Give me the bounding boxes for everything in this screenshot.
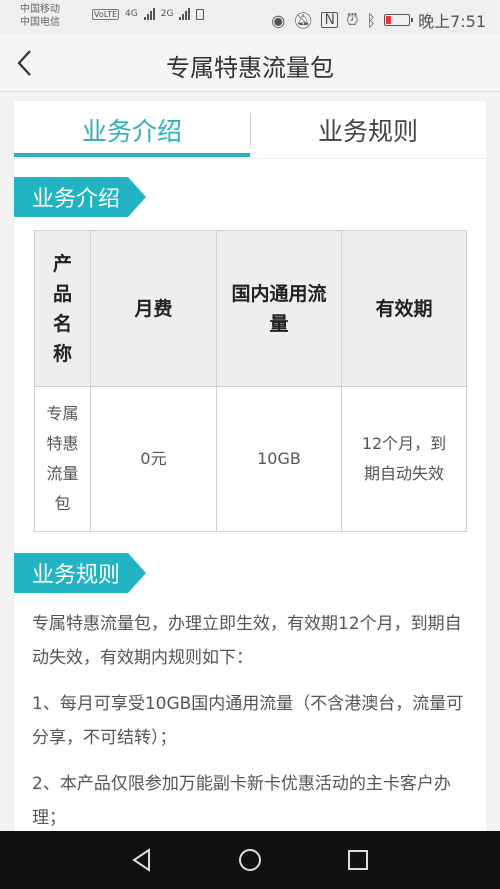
signal-indicators: VoLTE 4G 2G: [92, 8, 205, 20]
back-triangle-icon[interactable]: [129, 847, 155, 873]
column-header: 有效期: [341, 230, 467, 387]
nfc-icon: N: [321, 12, 338, 28]
bluetooth-icon: ᛒ: [366, 10, 377, 30]
recents-square-icon[interactable]: [345, 847, 371, 873]
page-title: 专属特惠流量包: [166, 54, 334, 82]
carrier-info: 中国移动 中国电信: [20, 3, 60, 29]
nav-bar: 专属特惠流量包: [0, 34, 500, 92]
content-card: 业务介绍 业务规则 业务介绍 产品名称 月费 国内通用流量 有效期 专属特惠流量…: [14, 101, 486, 831]
table-row: 专属特惠流量包 0元 10GB 12个月，到期自动失效: [34, 386, 467, 532]
home-circle-icon[interactable]: [237, 847, 263, 873]
tab-business-rules[interactable]: 业务规则: [250, 101, 486, 159]
eye-icon: ◉: [271, 10, 286, 30]
system-nav-bar: [0, 831, 500, 889]
volte-badge: VoLTE: [92, 8, 120, 20]
table-header-row: 产品名称 月费 国内通用流量 有效期: [34, 230, 467, 387]
carrier-2: 中国电信: [20, 17, 60, 28]
active-tab-indicator: [14, 153, 250, 157]
product-table: 产品名称 月费 国内通用流量 有效期 专属特惠流量包 0元 10GB 12个月，…: [34, 230, 467, 532]
network-type-2: 2G: [160, 9, 174, 19]
clock: 晚上7:51: [418, 12, 486, 31]
column-header: 产品名称: [34, 230, 91, 387]
table-cell: 专属特惠流量包: [34, 386, 91, 532]
section-tag-intro: 业务介绍: [14, 177, 146, 217]
section-tag-rules: 业务规则: [14, 553, 146, 593]
rules-paragraph: 1、每月可享受10GB国内通用流量（不含港澳台，流量可分享，不可结转）；: [32, 694, 464, 748]
signal-bars-icon: [143, 8, 155, 20]
sim-card-icon: [196, 8, 205, 20]
battery-icon: [384, 14, 414, 26]
rules-paragraph: 专属特惠流量包，办理立即生效，有效期12个月，到期自动失效，有效期内规则如下：: [32, 614, 462, 668]
column-header: 国内通用流量: [216, 230, 342, 387]
network-type-1: 4G: [125, 9, 138, 19]
table-cell: 12个月，到期自动失效: [341, 386, 467, 532]
rules-paragraph: 2、本产品仅限参加万能副卡新卡优惠活动的主卡客户办理；: [32, 774, 451, 828]
tab-bar: 业务介绍 业务规则: [14, 101, 486, 159]
system-icons: ◉ 🔕︎ N ⏰︎ ᛒ 晚上7:51: [271, 8, 486, 32]
table-cell: 0元: [90, 386, 217, 532]
mute-icon: 🔕︎: [293, 10, 314, 30]
carrier-1: 中国移动: [20, 4, 60, 15]
column-header: 月费: [90, 230, 217, 387]
table-cell: 10GB: [216, 386, 342, 532]
tab-business-intro[interactable]: 业务介绍: [14, 101, 250, 159]
status-bar: 中国移动 中国电信 VoLTE 4G 2G ◉ 🔕︎ N ⏰︎ ᛒ 晚上7:51: [0, 0, 500, 34]
alarm-icon: ⏰︎: [345, 10, 359, 29]
signal-bars-icon: [179, 8, 191, 20]
